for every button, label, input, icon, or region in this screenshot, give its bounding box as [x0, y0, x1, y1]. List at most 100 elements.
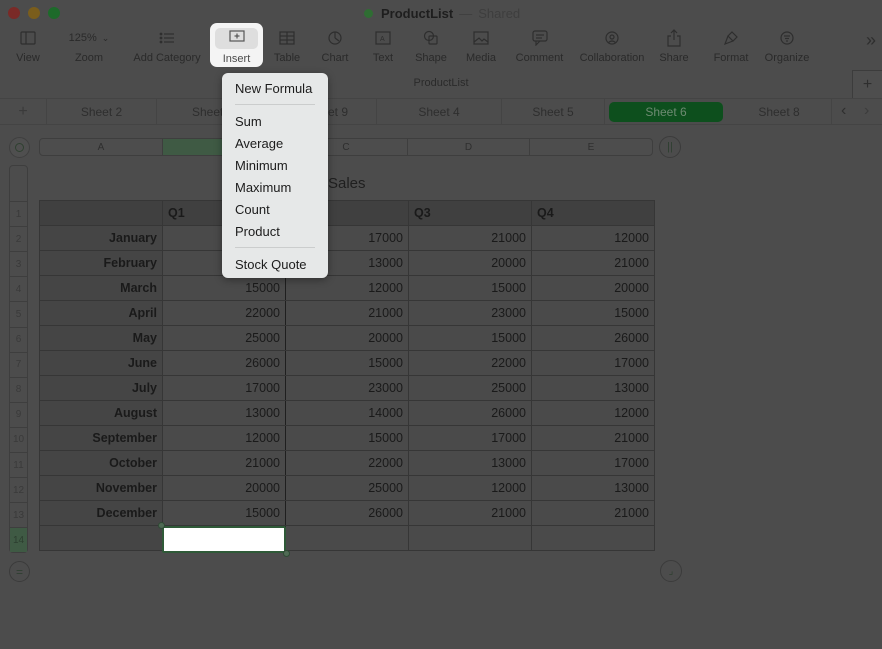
value-cell-q4[interactable]: 12000 [531, 400, 655, 426]
value-cell-q4[interactable]: 13000 [531, 375, 655, 401]
value-cell-q1[interactable]: 22000 [162, 300, 286, 326]
month-cell[interactable]: October [39, 450, 163, 476]
menu-item-new-formula[interactable]: New Formula [235, 81, 312, 96]
month-cell[interactable]: September [39, 425, 163, 451]
tab-sheet-4[interactable]: Sheet 4 [377, 99, 502, 124]
value-cell-q3[interactable]: 26000 [408, 400, 532, 426]
value-cell-q3[interactable]: 20000 [408, 250, 532, 276]
value-cell-q2[interactable]: 15000 [285, 425, 409, 451]
row-header-9[interactable]: 9 [10, 401, 27, 427]
menu-item-product[interactable]: Product [235, 224, 280, 239]
row-header-7[interactable]: 7 [10, 351, 27, 377]
comment-button[interactable]: Comment [512, 28, 567, 68]
value-cell-q2[interactable] [285, 525, 409, 551]
text-button[interactable]: A Text [369, 28, 397, 68]
tab-sheet-6[interactable]: Sheet 6 [609, 102, 723, 122]
fullscreen-window-button[interactable] [48, 7, 60, 19]
selected-cell-b14[interactable] [162, 526, 286, 553]
value-cell-q3[interactable]: 21000 [408, 225, 532, 251]
add-category-button[interactable]: Add Category [128, 28, 206, 68]
value-cell-q2[interactable]: 23000 [285, 375, 409, 401]
zoom-button[interactable]: 125% ⌄ Zoom [62, 28, 116, 68]
month-cell[interactable]: January [39, 225, 163, 251]
value-cell-q3[interactable]: 13000 [408, 450, 532, 476]
tabs-next-button[interactable]: › [864, 102, 869, 120]
value-cell-q3[interactable]: 15000 [408, 325, 532, 351]
value-cell-q4[interactable]: 15000 [531, 300, 655, 326]
column-header-d[interactable]: D [408, 139, 530, 155]
add-row-handle[interactable]: = [9, 561, 30, 582]
menu-item-maximum[interactable]: Maximum [235, 180, 291, 195]
menu-item-stock-quote[interactable]: Stock Quote [235, 257, 307, 272]
row-header-4[interactable]: 4 [10, 276, 27, 301]
month-cell[interactable] [39, 525, 163, 551]
menu-item-sum[interactable]: Sum [235, 114, 262, 129]
row-header-10[interactable]: 10 [10, 426, 27, 452]
value-cell-q2[interactable]: 20000 [285, 325, 409, 351]
add-column-handle[interactable]: || [659, 136, 681, 158]
value-cell-q2[interactable]: 14000 [285, 400, 409, 426]
row-header-13[interactable]: 13 [10, 502, 27, 527]
view-button[interactable]: View [8, 28, 48, 68]
value-cell-q4[interactable]: 13000 [531, 475, 655, 501]
organize-button[interactable]: Organize [762, 28, 812, 68]
minimize-window-button[interactable] [28, 7, 40, 19]
value-cell-q4[interactable]: 21000 [531, 250, 655, 276]
table-button[interactable]: Table [270, 28, 304, 68]
value-cell-q1[interactable]: 13000 [162, 400, 286, 426]
value-cell-q2[interactable]: 12000 [285, 275, 409, 301]
media-button[interactable]: Media [463, 28, 499, 68]
value-cell-q4[interactable] [531, 525, 655, 551]
row-header-8[interactable]: 8 [10, 376, 27, 402]
month-cell[interactable]: June [39, 350, 163, 376]
value-cell-q3[interactable] [408, 525, 532, 551]
add-sheet-plus-icon[interactable]: + [852, 70, 882, 98]
value-cell-q1[interactable]: 15000 [162, 275, 286, 301]
row-header-3[interactable]: 3 [10, 251, 27, 276]
column-header-a[interactable]: A [40, 139, 163, 155]
month-cell[interactable]: August [39, 400, 163, 426]
month-cell[interactable]: March [39, 275, 163, 301]
row-header-11[interactable]: 11 [10, 452, 27, 477]
add-rows-columns-handle[interactable]: ⌟ [660, 560, 682, 582]
insert-button[interactable]: Insert [210, 23, 263, 67]
value-cell-q1[interactable]: 26000 [162, 350, 286, 376]
value-cell-q4[interactable]: 17000 [531, 350, 655, 376]
tab-sheet-5[interactable]: Sheet 5 [502, 99, 605, 124]
value-cell-q3[interactable]: 12000 [408, 475, 532, 501]
value-cell-q4[interactable]: 21000 [531, 425, 655, 451]
value-cell-q3[interactable]: 25000 [408, 375, 532, 401]
month-cell[interactable]: November [39, 475, 163, 501]
value-cell-q3[interactable]: 22000 [408, 350, 532, 376]
chart-button[interactable]: Chart [317, 28, 353, 68]
row-header-12[interactable]: 12 [10, 477, 27, 502]
add-sheet-button[interactable]: + [0, 99, 47, 124]
month-cell[interactable]: February [39, 250, 163, 276]
toolbar-overflow-button[interactable]: » [866, 30, 876, 51]
value-cell-q4[interactable]: 21000 [531, 500, 655, 526]
value-cell-q4[interactable]: 26000 [531, 325, 655, 351]
value-cell-q1[interactable]: 20000 [162, 475, 286, 501]
value-cell-q4[interactable]: 12000 [531, 225, 655, 251]
value-cell-q3[interactable]: 21000 [408, 500, 532, 526]
document-title[interactable]: ProductList [381, 6, 453, 21]
value-cell-q2[interactable]: 22000 [285, 450, 409, 476]
value-cell-q2[interactable]: 21000 [285, 300, 409, 326]
value-cell-q2[interactable]: 15000 [285, 350, 409, 376]
collaboration-button[interactable]: Collaboration [577, 28, 647, 68]
value-cell-q1[interactable]: 17000 [162, 375, 286, 401]
value-cell-q3[interactable]: 23000 [408, 300, 532, 326]
format-button[interactable]: Format [711, 28, 751, 68]
row-header-5[interactable]: 5 [10, 301, 27, 326]
value-cell-q3[interactable]: 17000 [408, 425, 532, 451]
close-window-button[interactable] [8, 7, 20, 19]
selection-handle-top-left[interactable] [158, 522, 165, 529]
month-cell[interactable]: July [39, 375, 163, 401]
selection-handle-bottom-right[interactable] [283, 550, 290, 557]
value-cell-q4[interactable]: 20000 [531, 275, 655, 301]
tabs-prev-button[interactable]: ‹ [841, 102, 846, 120]
value-cell-q1[interactable]: 12000 [162, 425, 286, 451]
value-cell-q1[interactable]: 21000 [162, 450, 286, 476]
shape-button[interactable]: Shape [413, 28, 449, 68]
row-header-6[interactable]: 6 [10, 326, 27, 352]
